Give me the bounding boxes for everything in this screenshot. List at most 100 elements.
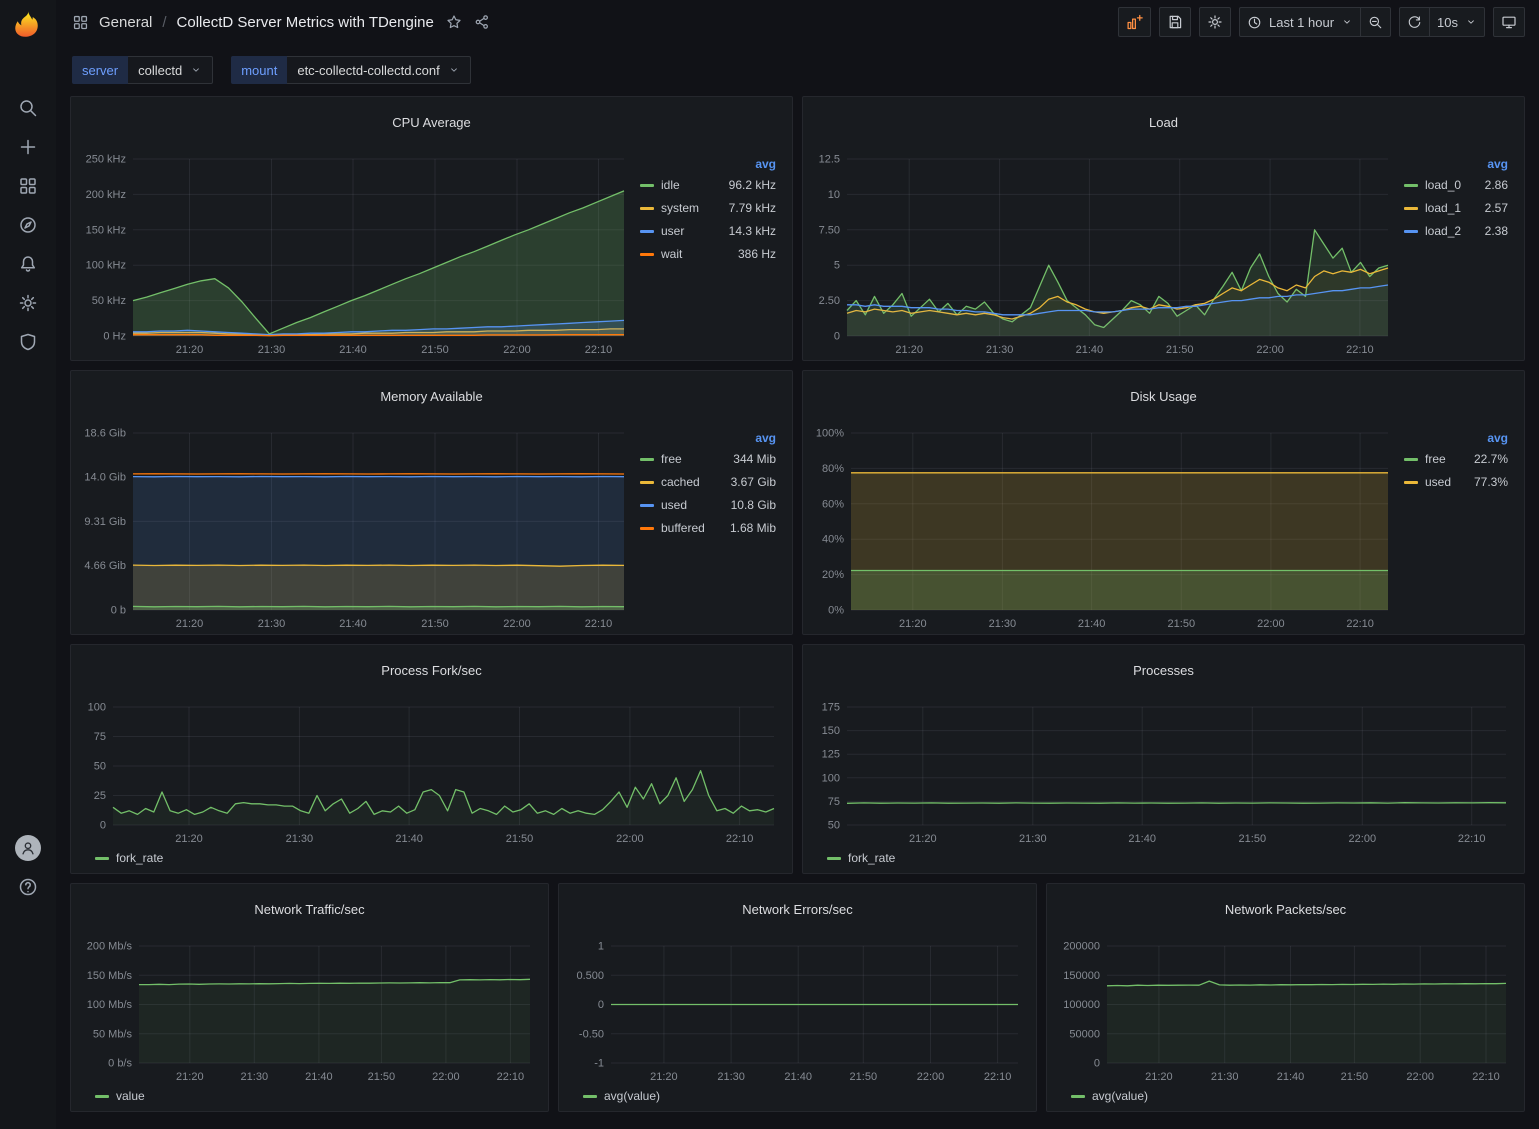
time-series-chart[interactable]: 0 b4.66 Gib9.31 Gib14.0 Gib18.6 Gib21:20… <box>77 423 634 632</box>
time-series-chart[interactable]: 507510012515017521:2021:3021:4021:5022:0… <box>809 697 1516 847</box>
sidebar-item-create[interactable] <box>0 127 56 166</box>
time-series-chart[interactable]: 025507510021:2021:3021:4021:5022:0022:10 <box>77 697 784 847</box>
legend-row[interactable]: load_02.86 <box>1404 174 1510 197</box>
series-color-dash <box>1404 481 1418 484</box>
legend-row[interactable]: idle96.2 kHz <box>640 174 778 197</box>
panel-legend: value <box>77 1085 540 1109</box>
legend-row[interactable]: system7.79 kHz <box>640 197 778 220</box>
panel-title[interactable]: Network Packets/sec <box>1047 895 1524 925</box>
series-name: fork_rate <box>848 851 895 865</box>
legend-row[interactable]: buffered 1.68 Mib <box>640 517 778 540</box>
refresh-button[interactable] <box>1399 7 1430 37</box>
dashboard-title[interactable]: CollectD Server Metrics with TDengine <box>177 14 434 31</box>
svg-text:21:40: 21:40 <box>1076 344 1104 356</box>
svg-text:22:00: 22:00 <box>1257 618 1285 630</box>
svg-text:21:20: 21:20 <box>176 1071 204 1083</box>
dashboard-settings-button[interactable] <box>1199 7 1231 37</box>
panel-title[interactable]: CPU Average <box>71 108 792 138</box>
panel-network-errors: Network Errors/sec -1-0.5000.500121:2021… <box>558 883 1037 1112</box>
sidebar-item-dashboards[interactable] <box>0 166 56 205</box>
legend-row[interactable]: used77.3% <box>1404 471 1510 494</box>
legend-item[interactable]: value <box>95 1089 145 1103</box>
panel-title[interactable]: Process Fork/sec <box>71 656 792 686</box>
time-series-chart[interactable]: 02.5057.501012.521:2021:3021:4021:5022:0… <box>809 149 1398 358</box>
svg-text:21:50: 21:50 <box>1168 618 1196 630</box>
svg-text:21:40: 21:40 <box>305 1071 333 1083</box>
svg-text:10: 10 <box>828 188 840 200</box>
series-color-dash <box>640 458 654 461</box>
legend-row[interactable]: user14.3 kHz <box>640 220 778 243</box>
series-color-dash <box>640 184 654 187</box>
sidebar-item-server-admin[interactable] <box>0 322 56 361</box>
svg-text:12.5: 12.5 <box>819 153 840 165</box>
series-name: buffered <box>661 521 705 535</box>
time-series-chart[interactable]: 0 b/s50 Mb/s100 Mb/s150 Mb/s200 Mb/s21:2… <box>77 936 540 1085</box>
svg-text:21:50: 21:50 <box>1341 1071 1369 1083</box>
chevron-down-icon <box>448 64 460 76</box>
grafana-logo[interactable] <box>0 0 56 48</box>
dashboards-grid-icon <box>18 176 38 196</box>
star-dashboard-button[interactable] <box>446 14 462 30</box>
sidebar-item-explore[interactable] <box>0 205 56 244</box>
variable-server[interactable]: server collectd <box>72 56 213 84</box>
svg-text:22:10: 22:10 <box>497 1071 525 1083</box>
series-color-dash <box>1071 1095 1085 1098</box>
panel-title[interactable]: Network Traffic/sec <box>71 895 548 925</box>
legend-row[interactable]: wait386 Hz <box>640 243 778 266</box>
sidebar-item-configuration[interactable] <box>0 283 56 322</box>
legend-item[interactable]: avg(value) <box>583 1089 660 1103</box>
legend-row[interactable]: load_22.38 <box>1404 220 1510 243</box>
apps-icon <box>72 14 89 31</box>
series-avg-value: 2.57 <box>1485 201 1510 215</box>
sidebar-item-search[interactable] <box>0 88 56 127</box>
variable-server-value[interactable]: collectd <box>128 56 213 84</box>
legend-row[interactable]: used10.8 Gib <box>640 494 778 517</box>
panel-title[interactable]: Network Errors/sec <box>559 895 1036 925</box>
legend-row[interactable]: cached3.67 Gib <box>640 471 778 494</box>
svg-text:22:00: 22:00 <box>1406 1071 1434 1083</box>
save-dashboard-button[interactable] <box>1159 7 1191 37</box>
svg-text:21:30: 21:30 <box>986 344 1014 356</box>
grafana-flame-icon <box>13 9 43 39</box>
time-series-chart[interactable]: -1-0.5000.500121:2021:3021:4021:5022:002… <box>565 936 1028 1085</box>
svg-text:100000: 100000 <box>1063 999 1100 1011</box>
time-series-chart[interactable]: 0%20%40%60%80%100%21:2021:3021:4021:5022… <box>809 423 1398 632</box>
top-navbar: General / CollectD Server Metrics with T… <box>56 0 1539 44</box>
svg-text:21:30: 21:30 <box>989 618 1017 630</box>
time-range-label: Last 1 hour <box>1269 15 1334 30</box>
time-series-chart[interactable]: 05000010000015000020000021:2021:3021:402… <box>1053 936 1516 1085</box>
refresh-interval-button[interactable]: 10s <box>1429 7 1485 37</box>
add-panel-button[interactable] <box>1118 7 1151 37</box>
sidebar-item-alerting[interactable] <box>0 244 56 283</box>
legend-item[interactable]: avg(value) <box>1071 1089 1148 1103</box>
time-range-button[interactable]: Last 1 hour <box>1239 7 1361 37</box>
svg-text:21:50: 21:50 <box>421 344 449 356</box>
legend-item[interactable]: fork_rate <box>827 851 895 865</box>
sidebar-item-help[interactable] <box>0 867 56 906</box>
legend-row[interactable]: free22.7% <box>1404 448 1510 471</box>
variable-mount-value[interactable]: etc-collectd-collectd.conf <box>287 56 470 84</box>
legend-row[interactable]: load_12.57 <box>1404 197 1510 220</box>
zoom-out-time-button[interactable] <box>1360 7 1391 37</box>
legend-avg-header: avg <box>640 431 778 445</box>
legend-row[interactable]: free344 Mib <box>640 448 778 471</box>
variable-mount[interactable]: mount etc-collectd-collectd.conf <box>231 56 470 84</box>
series-color-dash <box>827 857 841 860</box>
panel-title[interactable]: Memory Available <box>71 382 792 412</box>
variables-row: server collectd mount etc-collectd-colle… <box>56 44 1539 94</box>
series-avg-value: 1.68 Mib <box>730 521 778 535</box>
panel-title[interactable]: Disk Usage <box>803 382 1524 412</box>
series-name: free <box>1425 452 1446 466</box>
time-series-chart[interactable]: 0 Hz50 kHz100 kHz150 kHz200 kHz250 kHz21… <box>77 149 634 358</box>
svg-text:21:30: 21:30 <box>241 1071 269 1083</box>
svg-text:22:10: 22:10 <box>1346 344 1374 356</box>
breadcrumb-folder[interactable]: General <box>99 14 152 31</box>
series-name: free <box>661 452 682 466</box>
tv-mode-button[interactable] <box>1493 7 1525 37</box>
panel-title[interactable]: Processes <box>803 656 1524 686</box>
share-dashboard-button[interactable] <box>474 14 490 30</box>
svg-text:22:10: 22:10 <box>585 618 613 630</box>
sidebar-item-profile[interactable] <box>0 828 56 867</box>
legend-item[interactable]: fork_rate <box>95 851 163 865</box>
panel-title[interactable]: Load <box>803 108 1524 138</box>
